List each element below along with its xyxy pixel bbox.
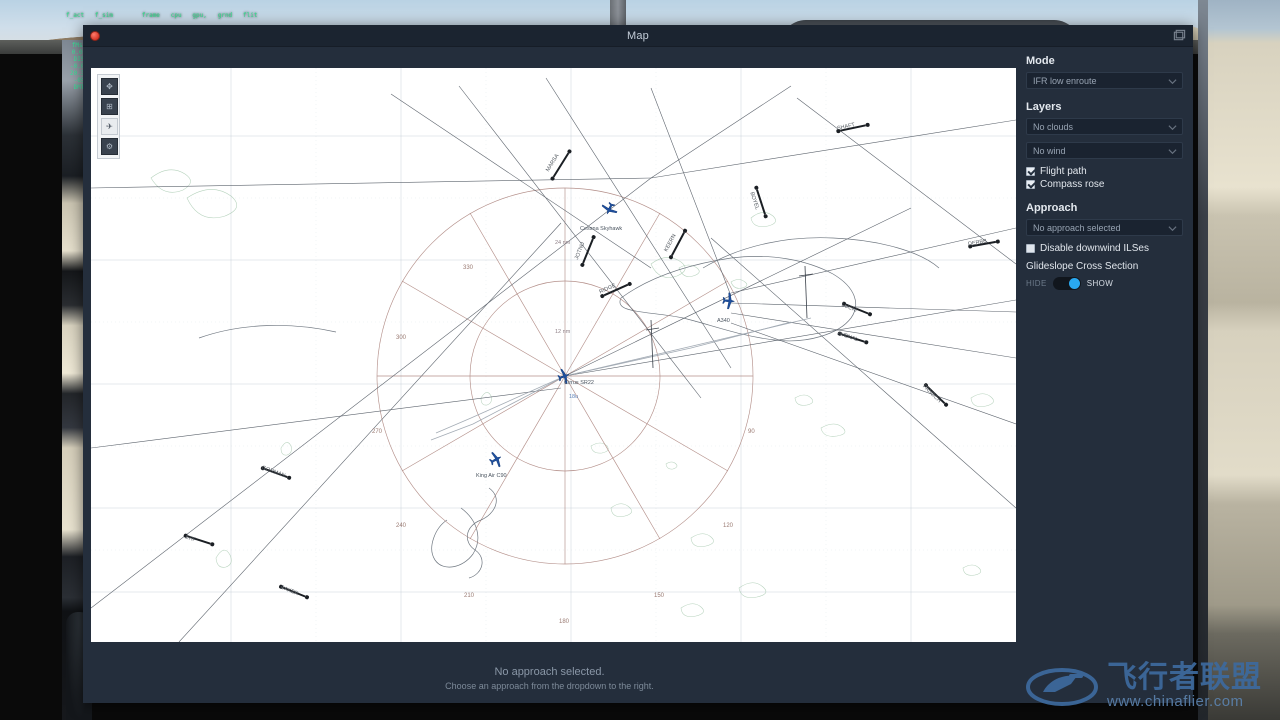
disable-downwind-checkbox-row[interactable]: Disable downwind ILSes (1026, 243, 1183, 254)
wind-dropdown[interactable]: No wind (1026, 142, 1183, 159)
chevron-down-icon (1168, 226, 1177, 232)
map-body: 24 nm 12 nm 330 300 270 240 210 180 150 … (83, 47, 1193, 703)
chinaflier-logo-icon (1026, 668, 1098, 706)
disable-downwind-label: Disable downwind ILSes (1040, 243, 1149, 254)
bearing-label-300: 300 (396, 335, 407, 341)
zoom-tool-icon[interactable]: ⊞ (101, 98, 118, 115)
hud-stats-line1: f_act f_sim frame cpu gpu, grnd flit (66, 12, 258, 19)
toggle-hide-label: HIDE (1026, 279, 1047, 288)
flight-path-checkbox-row[interactable]: Flight path (1026, 166, 1183, 177)
bearing-label-120: 120 (723, 523, 734, 529)
cockpit-right-edge (1198, 0, 1208, 720)
approach-heading: Approach (1026, 202, 1078, 214)
bearing-label-150: 150 (654, 593, 665, 599)
compass-rose-checkbox-row[interactable]: Compass rose (1026, 179, 1183, 190)
approach-message: No approach selected. Choose an approach… (83, 666, 1016, 691)
checkbox-icon[interactable] (1026, 180, 1035, 189)
checkbox-icon[interactable] (1026, 167, 1035, 176)
aircraft-label-cessna-skyhawk: Cessna Skyhawk (580, 226, 623, 232)
map-sidebar: Mode IFR low enroute Layers No clouds No… (1016, 47, 1193, 703)
chevron-down-icon (1168, 125, 1177, 131)
bearing-label-330: 330 (463, 265, 474, 271)
layers-heading: Layers (1026, 101, 1062, 113)
nav-center-label: 18u (569, 394, 579, 400)
bearing-label-210: 210 (464, 593, 475, 599)
close-icon[interactable] (90, 31, 100, 41)
checkbox-icon[interactable] (1026, 244, 1035, 253)
pan-tool-icon[interactable]: ✥ (101, 78, 118, 95)
glideslope-toggle[interactable] (1052, 277, 1081, 290)
wind-dropdown-value: No wind (1033, 145, 1066, 156)
bearing-label-240: 240 (396, 523, 407, 529)
aircraft-label-a340: A340 (717, 318, 730, 324)
approach-message-line2: Choose an approach from the dropdown to … (445, 681, 654, 691)
bearing-label-90: 90 (748, 429, 755, 435)
map-toolbar: ✥ ⊞ ✈ ⚙ (97, 74, 120, 159)
settings-tool-icon[interactable]: ⚙ (101, 138, 118, 155)
mode-dropdown[interactable]: IFR low enroute (1026, 72, 1183, 89)
bearing-label-180: 180 (559, 619, 570, 625)
watermark-cn: 飞行者联盟 (1107, 660, 1262, 695)
glideslope-label: Glideslope Cross Section (1026, 261, 1139, 272)
flight-path-label: Flight path (1040, 166, 1087, 177)
window-titlebar: Map (83, 25, 1193, 47)
mode-heading: Mode (1026, 55, 1055, 67)
watermark: 飞行者联盟 www.chinaflier.com (1025, 662, 1262, 712)
approach-dropdown[interactable]: No approach selected (1026, 219, 1183, 236)
bearing-label-270: 270 (372, 429, 383, 435)
compass-rose-label: Compass rose (1040, 179, 1105, 190)
mode-dropdown-value: IFR low enroute (1033, 75, 1097, 86)
clouds-dropdown[interactable]: No clouds (1026, 118, 1183, 135)
range-ring-label-12: 12 nm (555, 329, 571, 335)
chevron-down-icon (1168, 149, 1177, 155)
range-ring-label-24: 24 nm (555, 240, 571, 246)
window-title: Map (627, 29, 649, 42)
toggle-show-label: SHOW (1086, 279, 1114, 288)
glideslope-toggle-row[interactable]: HIDE SHOW (1026, 277, 1183, 290)
approach-message-line1: No approach selected. (494, 666, 605, 678)
approach-dropdown-value: No approach selected (1033, 222, 1121, 233)
map-window: Map 24 nm 12 nm 330 300 270 240 210 180 … (83, 25, 1193, 703)
aircraft-tool-icon[interactable]: ✈ (101, 118, 118, 135)
aircraft-label-king-air-c90: King Air C90 (476, 473, 507, 479)
map-canvas[interactable]: 24 nm 12 nm 330 300 270 240 210 180 150 … (91, 68, 1016, 642)
cockpit-right-pillar (1208, 0, 1280, 720)
chevron-down-icon (1168, 79, 1177, 85)
aircraft-label-cirrus-sr22: Cirrus SR22 (564, 380, 594, 386)
watermark-url: www.chinaflier.com (1107, 693, 1244, 710)
watermark-text: 飞行者联盟 www.chinaflier.com (1107, 663, 1262, 711)
restore-icon[interactable] (1173, 29, 1186, 42)
clouds-dropdown-value: No clouds (1033, 121, 1074, 132)
toggle-knob (1068, 278, 1080, 289)
